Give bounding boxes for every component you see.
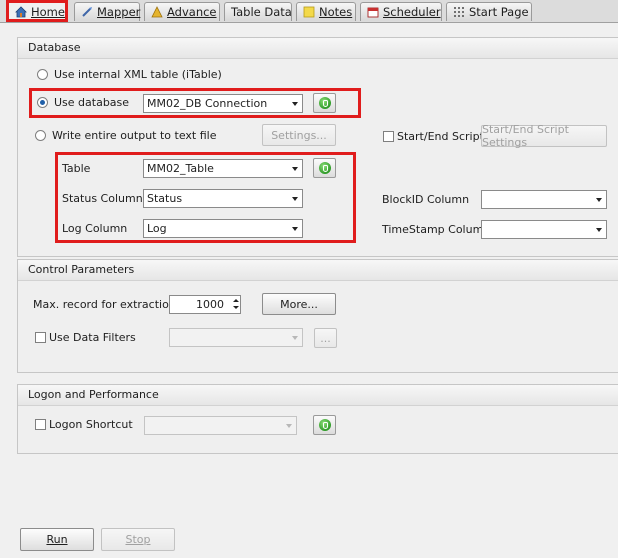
panel-header: Logon and Performance bbox=[18, 385, 618, 406]
table-value: MM02_Table bbox=[147, 162, 214, 175]
tab-mapper[interactable]: Mapper bbox=[74, 2, 140, 21]
max-records-value: 1000 bbox=[196, 298, 224, 311]
control-parameters-title: Control Parameters bbox=[28, 263, 135, 276]
timestamp-column-select[interactable] bbox=[481, 220, 607, 239]
table-label: Table bbox=[62, 162, 91, 175]
chevron-down-icon bbox=[292, 336, 298, 340]
log-column-value: Log bbox=[147, 222, 167, 235]
advance-icon bbox=[151, 6, 163, 18]
timestamp-column-label: TimeStamp Column bbox=[382, 223, 491, 236]
connect-table-button[interactable] bbox=[313, 158, 336, 178]
status-column-select[interactable]: Status bbox=[143, 189, 303, 208]
radio-use-database[interactable] bbox=[37, 97, 48, 108]
filters-browse-label: ... bbox=[320, 331, 331, 345]
tab-label: Mapper bbox=[97, 5, 141, 19]
panel-header: Control Parameters bbox=[18, 260, 618, 281]
logon-shortcut-label: Logon Shortcut bbox=[49, 418, 133, 431]
control-parameters-panel: Control Parameters bbox=[17, 259, 618, 373]
stop-button-label: Stop bbox=[125, 533, 151, 546]
use-data-filters-label: Use Data Filters bbox=[49, 331, 136, 344]
max-records-label: Max. record for extraction bbox=[33, 298, 176, 311]
filters-browse-button[interactable]: ... bbox=[314, 328, 337, 348]
start-end-settings-label: Start/End Script Settings bbox=[482, 123, 569, 149]
start-end-script-label: Start/End Script bbox=[397, 130, 484, 143]
log-column-select[interactable]: Log bbox=[143, 219, 303, 238]
tab-label: Start Page bbox=[469, 5, 529, 19]
chevron-down-icon bbox=[286, 424, 292, 428]
table-select[interactable]: MM02_Table bbox=[143, 159, 303, 178]
start-page-icon bbox=[453, 6, 465, 18]
radio-text-output[interactable] bbox=[35, 130, 46, 141]
use-database-label: Use database bbox=[54, 96, 130, 109]
run-button-label: Run bbox=[46, 533, 68, 546]
db-connection-select[interactable]: MM02_DB Connection bbox=[143, 94, 303, 113]
run-button[interactable]: Run bbox=[20, 528, 94, 551]
tab-advance[interactable]: Advance bbox=[144, 2, 220, 21]
tab-table-data[interactable]: Table Data bbox=[224, 2, 292, 21]
radio-xml-table[interactable] bbox=[37, 69, 48, 80]
chevron-down-icon bbox=[292, 227, 298, 231]
use-data-filters-checkbox[interactable] bbox=[35, 332, 46, 343]
logon-shortcut-checkbox[interactable] bbox=[35, 419, 46, 430]
power-icon bbox=[319, 419, 331, 431]
logon-shortcut-select[interactable] bbox=[144, 416, 297, 435]
power-icon bbox=[319, 97, 331, 109]
data-filters-select[interactable] bbox=[169, 328, 303, 347]
spinner-arrows-icon[interactable] bbox=[231, 295, 240, 314]
log-column-label: Log Column bbox=[62, 222, 128, 235]
home-tab-highlight bbox=[6, 0, 68, 22]
logon-connect-button[interactable] bbox=[313, 415, 336, 435]
settings-button-label: Settings... bbox=[271, 128, 327, 142]
tab-label: Table Data bbox=[231, 5, 292, 19]
tab-start-page[interactable]: Start Page bbox=[446, 2, 532, 21]
panel-header: Database bbox=[18, 38, 618, 59]
chevron-down-icon bbox=[292, 102, 298, 106]
tab-label: Advance bbox=[167, 5, 217, 19]
tab-scheduler[interactable]: Scheduler bbox=[360, 2, 442, 21]
scheduler-icon bbox=[367, 6, 379, 18]
text-output-label: Write entire output to text file bbox=[52, 129, 217, 142]
mapper-icon bbox=[81, 6, 93, 18]
power-icon bbox=[319, 162, 331, 174]
chevron-down-icon bbox=[292, 197, 298, 201]
stop-button[interactable]: Stop bbox=[101, 528, 175, 551]
tab-label: Scheduler bbox=[383, 5, 441, 19]
chevron-down-icon bbox=[596, 228, 602, 232]
logon-performance-title: Logon and Performance bbox=[28, 388, 159, 401]
more-button-label: More... bbox=[280, 297, 318, 311]
max-records-spinner[interactable]: 1000 bbox=[169, 295, 241, 314]
start-end-settings-button[interactable]: Start/End Script Settings bbox=[481, 123, 607, 149]
database-title: Database bbox=[28, 41, 81, 54]
chevron-down-icon bbox=[292, 167, 298, 171]
tab-bar: Home Mapper Advance Table Data Notes Sch… bbox=[0, 0, 618, 23]
more-button[interactable]: More... bbox=[262, 293, 336, 315]
start-end-script-checkbox[interactable] bbox=[383, 131, 394, 142]
xml-table-label: Use internal XML table (iTable) bbox=[54, 68, 222, 81]
blockid-column-label: BlockID Column bbox=[382, 193, 470, 206]
tab-label: Notes bbox=[319, 5, 353, 19]
settings-button[interactable]: Settings... bbox=[262, 124, 336, 146]
blockid-column-select[interactable] bbox=[481, 190, 607, 209]
chevron-down-icon bbox=[596, 198, 602, 202]
connect-db-button[interactable] bbox=[313, 93, 336, 113]
tab-notes[interactable]: Notes bbox=[296, 2, 356, 21]
status-column-label: Status Column bbox=[62, 192, 143, 205]
notes-icon bbox=[303, 6, 315, 18]
db-connection-value: MM02_DB Connection bbox=[147, 97, 268, 110]
status-column-value: Status bbox=[147, 192, 183, 205]
